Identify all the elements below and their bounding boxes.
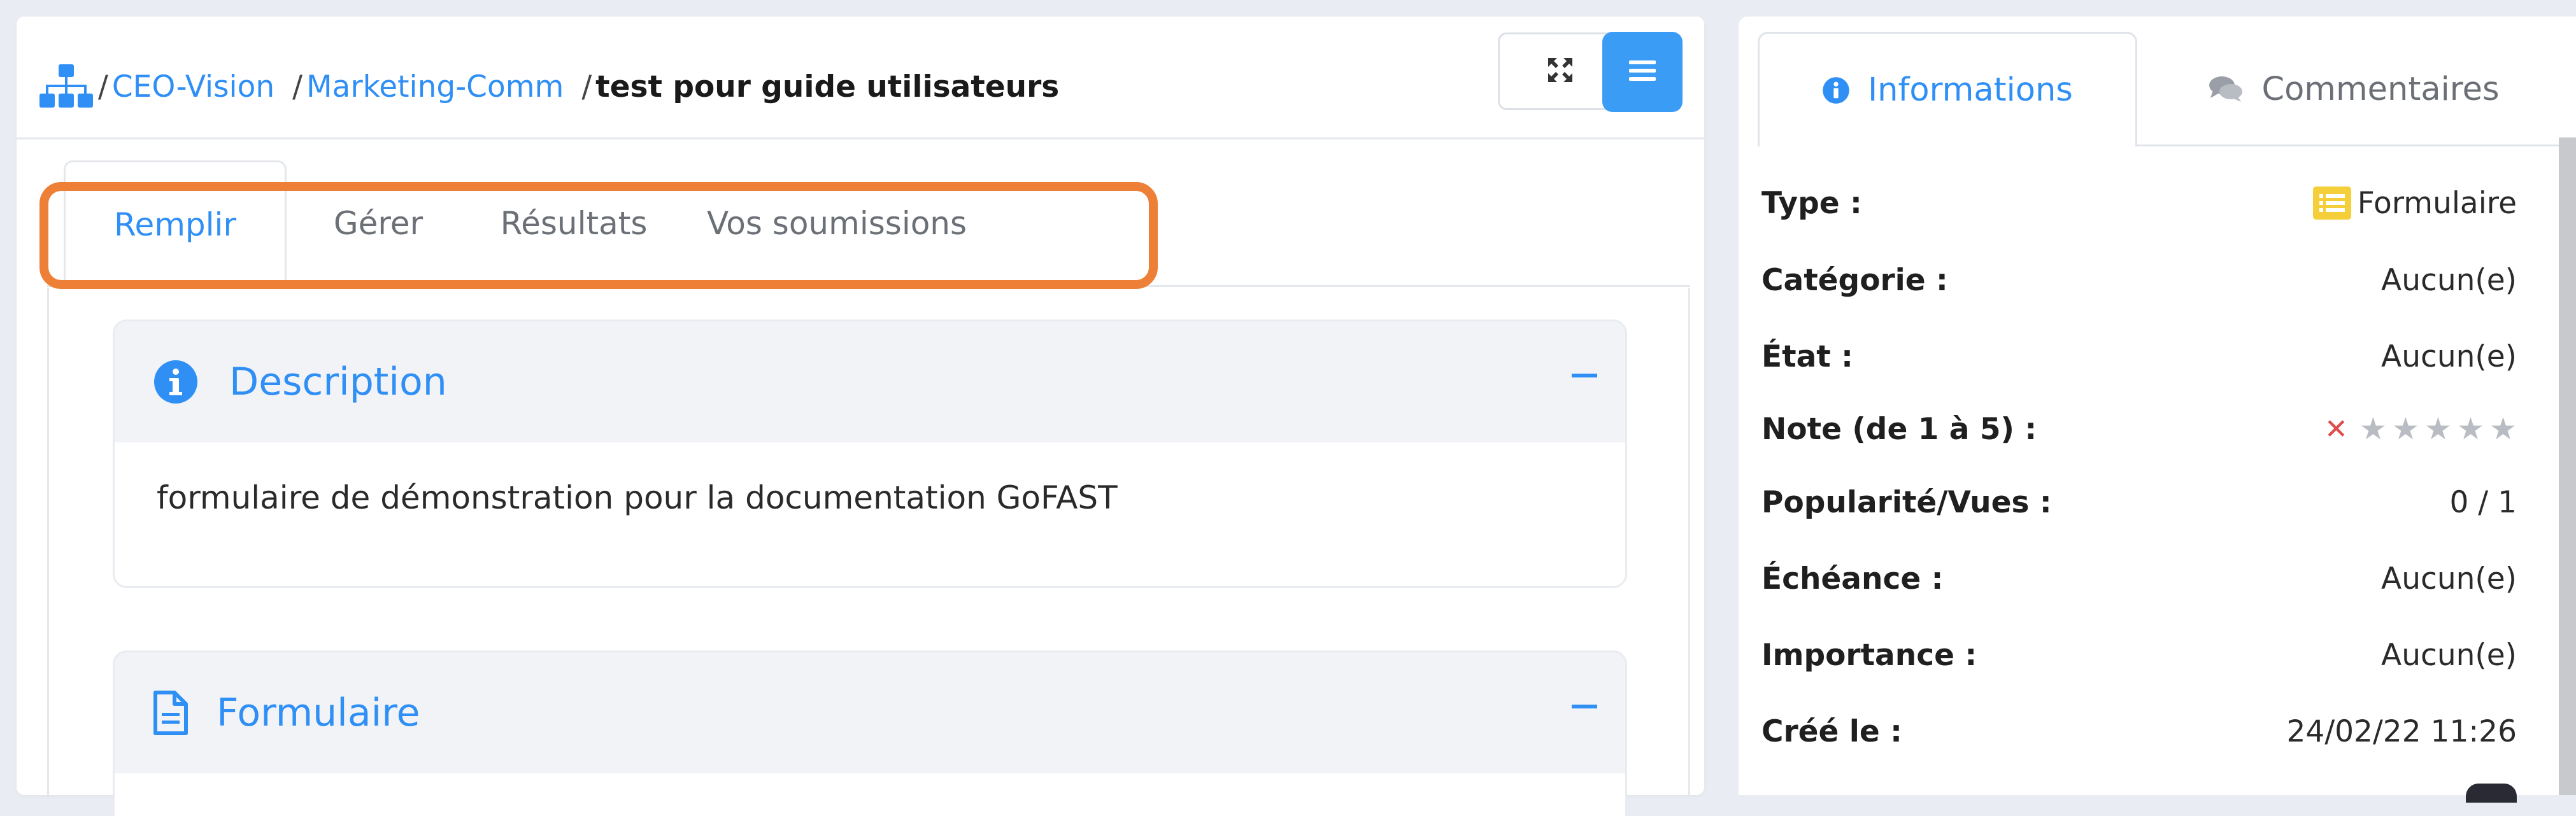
tab-informations-label: Informations — [1868, 71, 2073, 109]
info-circle-icon — [1822, 76, 1850, 104]
info-sidebar: Informations Commentaires Type : Formula… — [1739, 17, 2576, 803]
tab-content: Description formulaire de démonstration … — [47, 288, 1690, 816]
star-icon[interactable]: ★ — [2392, 411, 2419, 447]
importance-value: Aucun(e) — [2381, 637, 2517, 673]
cree-value: 24/02/22 11:26 — [2286, 714, 2517, 749]
info-row-type: Type : Formulaire — [1761, 178, 2517, 229]
header-bar: / CEO-Vision / Marketing-Comm / test pou… — [17, 17, 1704, 139]
info-row-note: Note (de 1 à 5) : ✕ ★ ★ ★ ★ ★ — [1761, 404, 2517, 454]
expand-arrows-icon — [1547, 57, 1574, 86]
avatar[interactable] — [2466, 784, 2517, 803]
breadcrumb: / CEO-Vision / Marketing-Comm / test pou… — [39, 61, 1059, 112]
tab-vos-soumissions[interactable]: Vos soumissions — [684, 160, 990, 286]
description-title: Description — [229, 360, 447, 404]
breadcrumb-item-marketing-comm[interactable]: Marketing-Comm — [306, 69, 564, 104]
info-row-categorie: Catégorie : Aucun(e) — [1761, 255, 2517, 306]
hamburger-menu-icon — [1629, 59, 1656, 85]
breadcrumb-separator: / — [292, 69, 302, 104]
breadcrumb-current: test pour guide utilisateurs — [595, 69, 1060, 104]
tab-commentaires[interactable]: Commentaires — [2138, 32, 2569, 146]
breadcrumb-separator: / — [98, 69, 108, 104]
rating-widget: ✕ ★ ★ ★ ★ ★ — [2324, 411, 2517, 447]
tab-gerer[interactable]: Gérer — [289, 160, 467, 286]
cree-label: Créé le : — [1761, 714, 1902, 749]
type-label: Type : — [1761, 185, 1862, 221]
comments-icon — [2208, 75, 2244, 103]
tab-resultats[interactable]: Résultats — [469, 160, 679, 286]
tab-remplir[interactable]: Remplir — [64, 160, 287, 286]
popularite-value: 0 / 1 — [2449, 484, 2517, 520]
tab-commentaires-label: Commentaires — [2261, 70, 2500, 108]
categorie-label: Catégorie : — [1761, 262, 1948, 298]
type-value-text: Formulaire — [2357, 185, 2517, 221]
clear-rating-icon[interactable]: ✕ — [2324, 413, 2348, 446]
collapse-minus-icon[interactable] — [1572, 705, 1597, 708]
note-label: Note (de 1 à 5) : — [1761, 411, 2037, 447]
info-row-echeance: Échéance : Aucun(e) — [1761, 553, 2517, 604]
categorie-value: Aucun(e) — [2381, 262, 2517, 298]
etat-label: État : — [1761, 339, 1853, 374]
breadcrumb-separator: / — [581, 69, 592, 104]
description-card: Description formulaire de démonstration … — [113, 320, 1627, 588]
star-icon[interactable]: ★ — [2489, 411, 2517, 447]
info-row-cree: Créé le : 24/02/22 11:26 — [1761, 706, 2517, 757]
star-icon[interactable]: ★ — [2359, 411, 2387, 447]
collapse-minus-icon[interactable] — [1572, 374, 1597, 377]
echeance-value: Aucun(e) — [2381, 561, 2517, 596]
info-row-etat: État : Aucun(e) — [1761, 331, 2517, 382]
description-card-header[interactable]: Description — [115, 321, 1625, 442]
list-icon — [2312, 186, 2351, 220]
info-row-importance: Importance : Aucun(e) — [1761, 630, 2517, 680]
etat-value: Aucun(e) — [2381, 339, 2517, 374]
form-card-header[interactable]: Formulaire — [115, 652, 1625, 773]
breadcrumb-item-ceo-vision[interactable]: CEO-Vision — [112, 69, 274, 104]
form-card: Formulaire — [113, 651, 1627, 816]
document-icon — [153, 690, 189, 736]
echeance-label: Échéance : — [1761, 561, 1944, 596]
star-icon[interactable]: ★ — [2424, 411, 2452, 447]
sitemap-icon[interactable] — [39, 64, 93, 109]
form-title: Formulaire — [217, 691, 420, 735]
tab-informations[interactable]: Informations — [1758, 32, 2137, 146]
popularite-label: Popularité/Vues : — [1761, 484, 2052, 520]
scrollbar[interactable] — [2559, 137, 2576, 795]
importance-label: Importance : — [1761, 637, 1977, 673]
tabs-bar: Remplir Gérer Résultats Vos soumissions — [47, 160, 1690, 288]
main-panel: / CEO-Vision / Marketing-Comm / test pou… — [17, 17, 1704, 816]
menu-button[interactable] — [1602, 32, 1683, 112]
star-icon[interactable]: ★ — [2457, 411, 2484, 447]
type-value: Formulaire — [2312, 185, 2517, 221]
description-text: formulaire de démonstration pour la docu… — [157, 479, 1118, 516]
info-circle-icon — [153, 359, 199, 405]
info-row-popularite: Popularité/Vues : 0 / 1 — [1761, 477, 2517, 528]
